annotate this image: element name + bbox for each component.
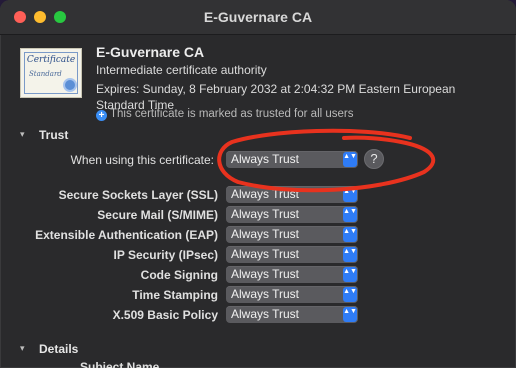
- red-annotation-circle: [217, 128, 436, 193]
- certificate-window: E-Guvernare CA Certificate Standard E-Gu…: [0, 0, 516, 368]
